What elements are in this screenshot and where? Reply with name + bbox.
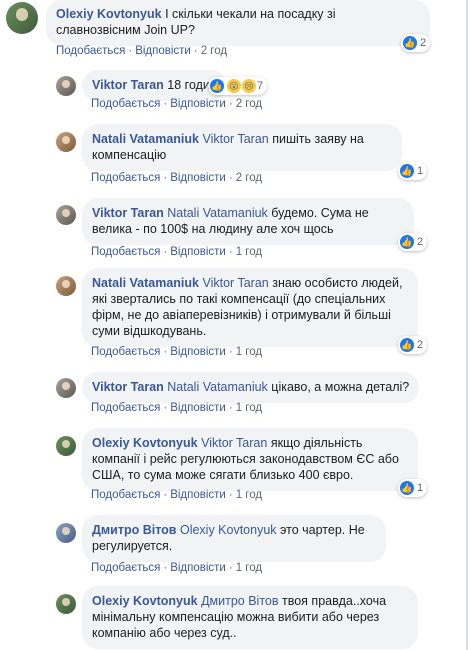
comment-time[interactable]: 1 год (236, 346, 262, 358)
comment-actions: Подобається · Відповісти · 2 год (91, 172, 263, 184)
mention-link[interactable]: Viktor Taran (202, 276, 268, 290)
comment-author[interactable]: Viktor Taran (92, 206, 164, 220)
avatar[interactable] (56, 378, 76, 398)
comment-author[interactable]: Olexiy Kovtonyuk (92, 594, 198, 608)
avatar[interactable] (56, 436, 76, 456)
like-reaction-icon: 👍 (400, 235, 414, 249)
like-link[interactable]: Подобається (91, 172, 160, 184)
reaction-count: 1 (417, 482, 424, 494)
comment-bubble: Natali Vatamaniuk Viktor Taran пишіть за… (82, 124, 402, 171)
reply-link[interactable]: Відповісти (170, 98, 226, 110)
avatar[interactable] (56, 276, 76, 296)
reactions-badge[interactable]: 👍 😮 😢 7 (208, 77, 268, 95)
comment-2: Natali Vatamaniuk Viktor Taran пишіть за… (0, 124, 468, 186)
reaction-count: 2 (417, 236, 424, 248)
comment-3: Viktor Taran Natali Vatamaniuk будемо. С… (0, 198, 468, 260)
avatar[interactable] (56, 523, 76, 543)
like-reaction-icon: 👍 (400, 338, 414, 352)
comment-author[interactable]: Viktor Taran (92, 380, 164, 394)
comment-time[interactable]: 1 год (236, 562, 262, 574)
reactions-badge[interactable]: 👍 1 (398, 162, 428, 180)
comment-7: Дмитро Вітов Olexiy Kovtonyuk это чартер… (0, 515, 468, 579)
reactions-badge[interactable]: 👍 2 (398, 233, 428, 251)
like-link[interactable]: Подобається (91, 489, 160, 501)
comment-actions: Подобається · Відповісти · 2 год (91, 98, 263, 110)
reply-link[interactable]: Відповісти (170, 402, 226, 414)
reaction-count: 2 (417, 339, 424, 351)
mention-link[interactable]: Natali Vatamaniuk (167, 380, 268, 394)
comment-actions: Подобається · Відповісти · 1 год (91, 402, 263, 414)
comment-bubble: Olexiy Kovtonyuk Viktor Taran якщо діяль… (82, 428, 418, 491)
mention-link[interactable]: Viktor Taran (201, 436, 267, 450)
comment-author[interactable]: Natali Vatamaniuk (92, 132, 199, 146)
comment-author[interactable]: Дмитро Вітов (92, 523, 176, 537)
comment-actions: Подобається · Відповісти · 1 год (91, 489, 263, 501)
avatar[interactable] (56, 594, 76, 614)
like-reaction-icon: 👍 (403, 36, 417, 50)
comment-bubble: Olexiy Kovtonyuk І скільки чекали на пос… (46, 0, 430, 46)
like-link[interactable]: Подобається (91, 346, 160, 358)
reply-link[interactable]: Відповісти (170, 246, 226, 258)
comment-actions: Подобається · Відповісти · 2 год (56, 45, 228, 57)
avatar[interactable] (56, 76, 76, 96)
avatar[interactable] (56, 132, 76, 152)
like-link[interactable]: Подобається (91, 246, 160, 258)
comment-author[interactable]: Olexiy Kovtonyuk (92, 436, 198, 450)
wow-reaction-icon: 😮 (227, 79, 241, 93)
comment-4: Natali Vatamaniuk Viktor Taran знаю особ… (0, 268, 468, 364)
comment-time[interactable]: 1 год (236, 246, 262, 258)
comment-author[interactable]: Natali Vatamaniuk (92, 276, 199, 290)
like-reaction-icon: 👍 (400, 164, 414, 178)
comment-time[interactable]: 1 год (236, 489, 262, 501)
like-link[interactable]: Подобається (56, 45, 125, 57)
reaction-count: 7 (257, 80, 264, 92)
comment-time[interactable]: 2 год (236, 172, 262, 184)
comment-bubble: Viktor Taran Natali Vatamaniuk будемо. С… (82, 198, 414, 245)
comment-actions: Подобається · Відповісти · 1 год (91, 562, 263, 574)
comment-bubble: Viktor Taran Natali Vatamaniuk цікаво, а… (82, 372, 420, 403)
reaction-count: 2 (420, 37, 427, 49)
like-reaction-icon: 👍 (400, 481, 414, 495)
mention-link[interactable]: Olexiy Kovtonyuk (180, 523, 277, 537)
comment-6: Olexiy Kovtonyuk Viktor Taran якщо діяль… (0, 428, 468, 508)
avatar[interactable] (6, 2, 38, 34)
avatar[interactable] (56, 205, 76, 225)
sad-reaction-icon: 😢 (242, 79, 256, 93)
comment-bubble: Viktor Taran 18 годин (82, 70, 227, 101)
like-link[interactable]: Подобається (91, 98, 160, 110)
comment-5: Viktor Taran Natali Vatamaniuk цікаво, а… (0, 372, 468, 422)
comment-text: цікаво, а можна деталі? (271, 380, 410, 394)
comment-author[interactable]: Viktor Taran (92, 78, 164, 92)
reply-link[interactable]: Відповісти (135, 45, 191, 57)
mention-link[interactable]: Viktor Taran (202, 132, 268, 146)
reactions-badge[interactable]: 👍 2 (398, 336, 428, 354)
reactions-badge[interactable]: 👍 2 (401, 34, 431, 52)
comment-1: Viktor Taran 18 годин 👍 😮 😢 7 Подобаєтьс… (0, 70, 468, 115)
mention-link[interactable]: Дмитро Вітов (201, 594, 278, 608)
comment-actions: Подобається · Відповісти · 1 год (91, 246, 263, 258)
reply-link[interactable]: Відповісти (170, 562, 226, 574)
comment-time[interactable]: 2 год (236, 98, 262, 110)
mention-link[interactable]: Natali Vatamaniuk (167, 206, 268, 220)
reactions-badge[interactable]: 👍 1 (398, 479, 428, 497)
comment-time[interactable]: 2 год (201, 45, 227, 57)
comment-bubble: Olexiy Kovtonyuk Дмитро Вітов твоя правд… (82, 586, 418, 649)
reply-link[interactable]: Відповісти (170, 172, 226, 184)
comment-8: Olexiy Kovtonyuk Дмитро Вітов твоя правд… (0, 586, 468, 650)
comment-time[interactable]: 1 год (236, 402, 262, 414)
comment-actions: Подобається · Відповісти · 1 год (91, 346, 263, 358)
comment-author[interactable]: Olexiy Kovtonyuk (56, 7, 162, 21)
like-link[interactable]: Подобається (91, 562, 160, 574)
comment-bubble: Natali Vatamaniuk Viktor Taran знаю особ… (82, 268, 418, 347)
comment-bubble: Дмитро Вітов Olexiy Kovtonyuk это чартер… (82, 515, 386, 562)
like-reaction-icon: 👍 (210, 79, 224, 93)
like-link[interactable]: Подобається (91, 402, 160, 414)
reply-link[interactable]: Відповісти (170, 346, 226, 358)
reaction-count: 1 (417, 165, 424, 177)
comment-0: Olexiy Kovtonyuk І скільки чекали на пос… (0, 0, 468, 62)
reply-link[interactable]: Відповісти (170, 489, 226, 501)
